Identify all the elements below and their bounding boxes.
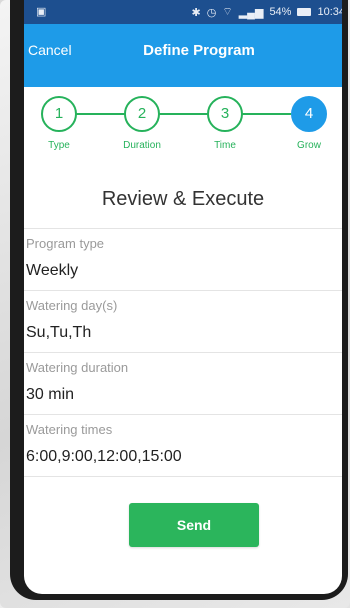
progress-stepper: 1 Type 2 Duration 3 Time 4 Grow	[24, 92, 342, 162]
step-number: 1	[41, 96, 77, 132]
clock: 10:34	[317, 6, 342, 18]
signal-icon: ▂▄▆	[238, 6, 264, 19]
review-heading: Review & Execute	[101, 188, 265, 210]
field-value: 6:00,9:00,12:00,15:00	[26, 448, 182, 465]
step-number-active: 4	[291, 96, 327, 132]
step-time[interactable]: 3 Time	[185, 96, 265, 151]
divider	[24, 476, 342, 477]
battery-icon	[297, 8, 312, 16]
app-screen: ▣ ✱ ◷ ⌔ ▂▄▆ 54% 10:34 Cancel Define Prog…	[24, 0, 342, 594]
bluetooth-icon: ✱	[191, 6, 201, 19]
field-watering-times: Watering times 6:00,9:00,12:00,15:00	[24, 414, 342, 477]
step-duration[interactable]: 2 Duration	[102, 96, 182, 151]
step-label: Type	[48, 140, 70, 151]
step-label: Duration	[123, 140, 161, 151]
step-label: Grow	[297, 140, 321, 151]
step-number: 3	[207, 96, 243, 132]
field-label: Watering duration	[26, 360, 129, 375]
field-value: Su,Tu,Th	[26, 324, 92, 341]
field-watering-duration: Watering duration 30 min	[24, 352, 342, 415]
status-bar: ▣ ✱ ◷ ⌔ ▂▄▆ 54% 10:34	[24, 0, 342, 24]
phone-frame: ▣ ✱ ◷ ⌔ ▂▄▆ 54% 10:34 Cancel Define Prog…	[10, 0, 348, 600]
image-notification-icon: ▣	[36, 6, 47, 18]
field-label: Program type	[26, 236, 105, 251]
field-label: Watering times	[26, 422, 113, 437]
page-title: Define Program	[143, 42, 255, 59]
wifi-icon: ⌔	[222, 6, 233, 18]
alarm-icon: ◷	[206, 6, 217, 19]
battery-percent: 54%	[269, 6, 292, 18]
field-value: Weekly	[26, 262, 79, 279]
step-grow[interactable]: 4 Grow	[269, 96, 342, 151]
cancel-button[interactable]: Cancel	[28, 42, 72, 58]
navigation-bar: Cancel Define Program	[24, 24, 342, 87]
field-watering-days: Watering day(s) Su,Tu,Th	[24, 290, 342, 353]
field-label: Watering day(s)	[26, 298, 118, 313]
send-button[interactable]: Send	[129, 503, 259, 547]
step-number: 2	[124, 96, 160, 132]
status-icons: ✱ ◷ ⌔ ▂▄▆ 54% 10:34	[192, 5, 342, 19]
step-label: Time	[214, 140, 236, 151]
field-value: 30 min	[26, 386, 75, 403]
field-program-type: Program type Weekly	[24, 228, 342, 291]
step-type[interactable]: 1 Type	[24, 96, 99, 151]
